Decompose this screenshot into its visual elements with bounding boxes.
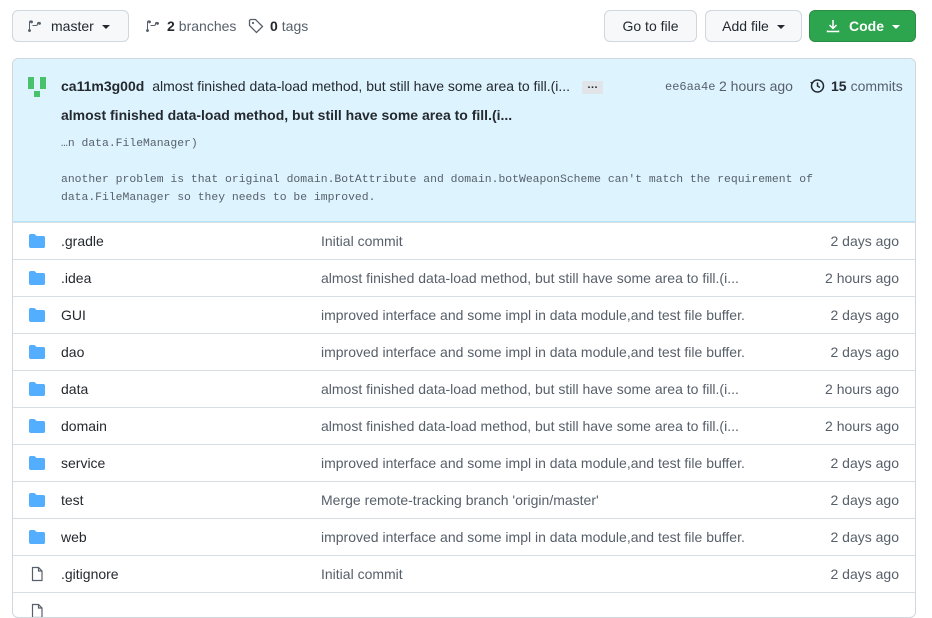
- file-commit-message-link[interactable]: Initial commit: [321, 566, 403, 582]
- add-file-button[interactable]: Add file: [705, 10, 802, 42]
- file-commit-message-link[interactable]: Merge remote-tracking branch 'origin/mas…: [321, 492, 599, 508]
- file-commit-message-link[interactable]: almost finished data-load method, but st…: [321, 270, 739, 286]
- file-age: 2 days ago: [830, 307, 900, 323]
- chevron-down-icon: [776, 25, 785, 29]
- branch-select-button[interactable]: master: [12, 10, 129, 42]
- commit-body-line: another problem is that original domain.…: [61, 174, 820, 204]
- folder-icon: [29, 308, 45, 322]
- file-name-link[interactable]: domain: [61, 418, 107, 434]
- file-name-link[interactable]: data: [61, 381, 88, 397]
- file-age: 2 days ago: [830, 566, 900, 582]
- file-row[interactable]: GUI improved interface and some impl in d…: [13, 296, 915, 333]
- folder-icon: [29, 456, 45, 470]
- commit-body-line: …n data.FileManager): [61, 138, 198, 150]
- commit-author[interactable]: ca11m3g00d: [61, 78, 144, 94]
- folder-icon: [29, 271, 45, 285]
- file-name-link[interactable]: .gitignore: [61, 566, 119, 582]
- go-to-file-button[interactable]: Go to file: [604, 10, 697, 42]
- file-name-link[interactable]: test: [61, 492, 84, 508]
- expand-commit-button[interactable]: …: [581, 79, 603, 94]
- file-age: 2 hours ago: [825, 418, 899, 434]
- file-age: 2 days ago: [830, 455, 900, 471]
- folder-icon: [29, 530, 45, 544]
- code-button[interactable]: Code: [809, 10, 916, 42]
- history-icon: [810, 79, 825, 93]
- commits-link[interactable]: 15 commits: [809, 78, 903, 94]
- commits-label: commits: [850, 78, 903, 94]
- folder-icon: [29, 345, 45, 359]
- folder-icon: [29, 234, 45, 248]
- file-age: 2 hours ago: [825, 270, 899, 286]
- tag-icon: [248, 18, 264, 34]
- file-row[interactable]: [13, 592, 915, 617]
- branches-label: branches: [178, 18, 237, 34]
- chevron-down-icon: [101, 25, 110, 29]
- branch-name: master: [51, 18, 94, 34]
- chevron-down-icon: [892, 25, 900, 29]
- branches-count: 2: [167, 18, 175, 34]
- file-commit-message-link[interactable]: improved interface and some impl in data…: [321, 455, 745, 471]
- file-name-link[interactable]: GUI: [61, 307, 86, 323]
- file-name-link[interactable]: .gradle: [61, 233, 104, 249]
- branches-link[interactable]: 2 branches: [145, 10, 236, 42]
- file-row[interactable]: .gitignore Initial commit 2 days ago: [13, 555, 915, 592]
- latest-commit-panel: ca11m3g00d almost finished data-load met…: [13, 59, 915, 222]
- file-age: 2 days ago: [830, 492, 900, 508]
- file-row[interactable]: test Merge remote-tracking branch 'origin…: [13, 481, 915, 518]
- file-row[interactable]: data almost finished data-load method, bu…: [13, 370, 915, 407]
- file-row[interactable]: service improved interface and some impl …: [13, 444, 915, 481]
- commit-title: almost finished data-load method, but st…: [61, 107, 513, 123]
- file-age: 2 days ago: [830, 344, 900, 360]
- commit-message-short[interactable]: almost finished data-load method, but st…: [152, 78, 570, 94]
- file-age: 2 hours ago: [825, 381, 899, 397]
- commit-sha[interactable]: ee6aa4e: [665, 80, 715, 94]
- commit-time: 2 hours ago: [719, 78, 793, 94]
- file-name-link[interactable]: dao: [61, 344, 84, 360]
- commit-body: …n data.FileManager) another problem is t…: [61, 135, 911, 207]
- tags-count: 0: [270, 18, 278, 34]
- folder-icon: [29, 493, 45, 507]
- file-commit-message-link[interactable]: improved interface and some impl in data…: [321, 307, 745, 323]
- file-icon: [31, 603, 43, 617]
- file-name-link[interactable]: .idea: [61, 270, 91, 286]
- add-file-label: Add file: [722, 18, 769, 34]
- git-branch-icon: [28, 20, 41, 33]
- file-commit-message-link[interactable]: almost finished data-load method, but st…: [321, 381, 739, 397]
- file-commit-message-link[interactable]: almost finished data-load method, but st…: [321, 418, 739, 434]
- tags-link[interactable]: 0 tags: [248, 10, 308, 42]
- file-icon: [31, 566, 43, 582]
- file-row[interactable]: web improved interface and some impl in d…: [13, 518, 915, 555]
- file-row[interactable]: .idea almost finished data-load method, b…: [13, 259, 915, 296]
- file-age: 2 days ago: [830, 233, 900, 249]
- file-commit-message-link[interactable]: improved interface and some impl in data…: [321, 529, 745, 545]
- file-row[interactable]: dao improved interface and some impl in d…: [13, 333, 915, 370]
- file-name-link[interactable]: service: [61, 455, 105, 471]
- file-row[interactable]: .gradle Initial commit 2 days ago: [13, 222, 915, 259]
- repo-toolbar: master 2 branches 0 tags Go to file Add …: [12, 10, 916, 42]
- file-row[interactable]: domain almost finished data-load method, …: [13, 407, 915, 444]
- folder-icon: [29, 382, 45, 396]
- folder-icon: [29, 419, 45, 433]
- file-browser: ca11m3g00d almost finished data-load met…: [12, 58, 916, 618]
- file-age: 2 days ago: [830, 529, 900, 545]
- file-commit-message-link[interactable]: improved interface and some impl in data…: [321, 344, 745, 360]
- code-label: Code: [849, 18, 884, 34]
- file-name-link[interactable]: web: [61, 529, 87, 545]
- commit-summary-line: ca11m3g00d almost finished data-load met…: [61, 78, 603, 94]
- git-branch-icon: [146, 20, 159, 33]
- avatar[interactable]: [25, 75, 49, 99]
- commits-count: 15: [831, 78, 847, 94]
- file-commit-message-link[interactable]: Initial commit: [321, 233, 403, 249]
- download-icon: [826, 20, 840, 33]
- tags-label: tags: [281, 18, 309, 34]
